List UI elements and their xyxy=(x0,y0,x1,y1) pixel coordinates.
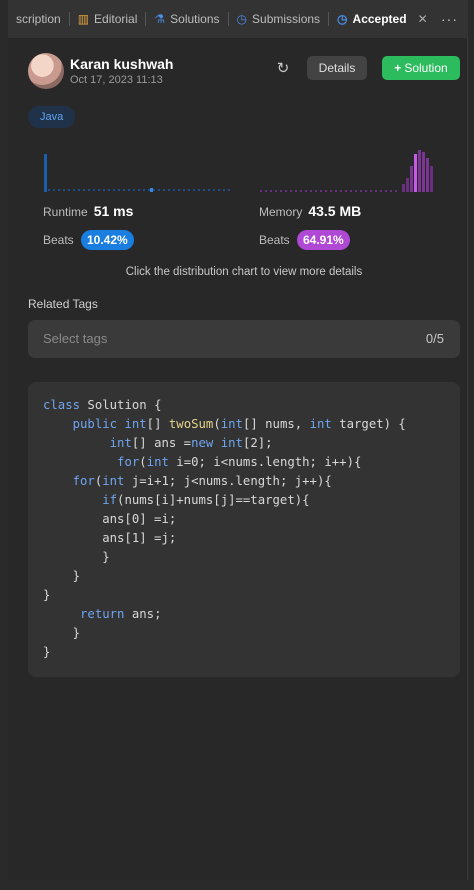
avatar[interactable] xyxy=(28,53,64,89)
add-solution-button[interactable]: + Solution xyxy=(382,56,460,80)
memory-distribution-chart[interactable] xyxy=(260,148,446,196)
runtime-label: Runtime xyxy=(43,205,88,219)
tab-label: Solutions xyxy=(170,12,220,26)
tab-description[interactable]: scription xyxy=(8,0,69,38)
memory-chart-svg xyxy=(260,150,433,192)
close-icon[interactable]: ✕ xyxy=(418,12,428,26)
tab-solutions[interactable]: ⚗ Solutions xyxy=(146,0,227,38)
runtime-bar-highlight xyxy=(44,154,47,192)
code-text: class Solution { public int[] twoSum(int… xyxy=(43,398,406,659)
memory-label: Memory xyxy=(259,205,303,219)
book-icon: ▥ xyxy=(77,12,90,26)
code-block[interactable]: class Solution { public int[] twoSum(int… xyxy=(28,382,460,677)
tab-label: Accepted xyxy=(352,12,407,26)
memory-value: 43.5 MB xyxy=(308,203,362,219)
details-button[interactable]: Details xyxy=(307,56,367,80)
memory-beats-label: Beats xyxy=(259,233,290,247)
tab-accepted[interactable]: ◷ Accepted ✕ xyxy=(329,0,436,38)
flask-icon: ⚗ xyxy=(154,12,166,26)
memory-bar xyxy=(410,166,413,192)
memory-bar xyxy=(422,152,425,192)
runtime-value: 51 ms xyxy=(93,203,134,219)
username[interactable]: Karan kushwah xyxy=(70,56,173,72)
tab-bar: scription ▥ Editorial ⚗ Solutions ◷ Subm… xyxy=(8,0,468,38)
tab-label: Editorial xyxy=(94,12,138,26)
language-badge: Java xyxy=(28,106,76,128)
runtime-metric: Runtime 51 ms xyxy=(43,203,133,219)
clock-icon: ◷ xyxy=(337,12,348,26)
runtime-beats-label: Beats xyxy=(43,233,74,247)
submission-panel: scription ▥ Editorial ⚗ Solutions ◷ Subm… xyxy=(8,0,468,880)
memory-bar xyxy=(402,184,405,192)
more-icon[interactable]: ··· xyxy=(441,11,468,27)
runtime-distribution-chart[interactable] xyxy=(44,148,230,196)
memory-bar xyxy=(406,178,409,192)
solution-button-label: Solution xyxy=(404,61,448,75)
clock-icon: ◷ xyxy=(236,12,248,26)
tag-count: 0/5 xyxy=(425,331,444,346)
memory-metric: Memory 43.5 MB xyxy=(259,203,361,219)
refresh-icon[interactable]: ↻ xyxy=(272,58,294,80)
distribution-hint: Click the distribution chart to view mor… xyxy=(125,266,363,278)
tab-label: scription xyxy=(16,12,61,26)
submission-header: Karan kushwah Oct 17, 2023 11:13 ↻ Detai… xyxy=(28,50,460,100)
runtime-marker xyxy=(150,188,153,192)
memory-bar-highlight xyxy=(414,154,417,192)
tag-select-placeholder: Select tags xyxy=(43,331,108,346)
tag-select-input[interactable]: Select tags 0/5 xyxy=(28,320,460,358)
memory-bar xyxy=(430,166,433,192)
memory-beats-badge: 64.91% xyxy=(297,230,350,250)
memory-bar xyxy=(418,150,421,192)
tab-editorial[interactable]: ▥ Editorial xyxy=(70,0,146,38)
tab-label: Submissions xyxy=(252,12,321,26)
plus-icon: + xyxy=(394,61,402,75)
tab-submissions[interactable]: ◷ Submissions xyxy=(229,0,329,38)
runtime-chart-svg xyxy=(44,154,230,192)
runtime-beats-badge: 10.42% xyxy=(81,230,134,250)
related-tags-heading: Related Tags xyxy=(28,297,98,311)
submission-date: Oct 17, 2023 11:13 xyxy=(70,74,163,86)
memory-bar xyxy=(426,158,429,192)
submission-detail: Karan kushwah Oct 17, 2023 11:13 ↻ Detai… xyxy=(28,50,460,677)
